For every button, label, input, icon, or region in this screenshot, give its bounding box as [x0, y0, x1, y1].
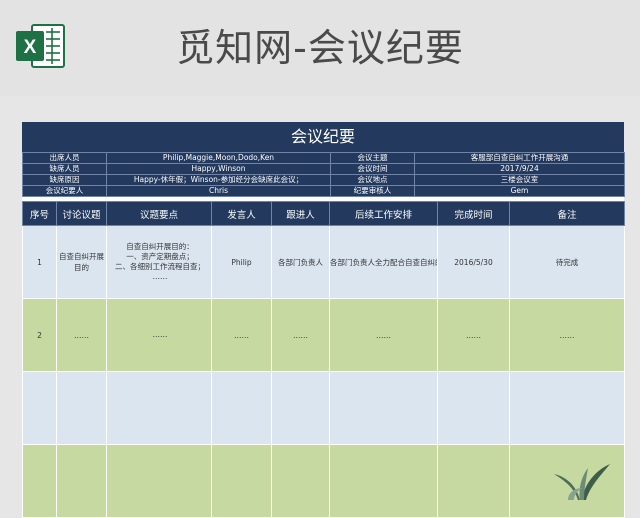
cell-note[interactable]: …… [509, 298, 625, 372]
info-label[interactable]: 缺席原因 [22, 174, 107, 186]
cell-plan[interactable] [329, 444, 438, 518]
cell-speaker[interactable]: Philip [211, 225, 272, 299]
point-line: 自查自纠开展目的： [126, 242, 194, 251]
column-header[interactable]: 完成时间 [437, 201, 510, 226]
column-header[interactable]: 后续工作安排 [329, 201, 438, 226]
cell-speaker[interactable]: …… [211, 298, 272, 372]
cell-plan[interactable]: 各部门负责人全力配合自查自纠的开展工作 [329, 225, 438, 299]
cell-no[interactable] [22, 444, 57, 518]
info-value[interactable]: 三楼会议室 [414, 174, 625, 186]
cell-topic[interactable] [56, 444, 107, 518]
info-value[interactable]: Gem [414, 185, 625, 197]
cell-speaker[interactable] [211, 444, 272, 518]
table-row [22, 444, 625, 518]
info-value[interactable]: 2017/9/24 [414, 163, 625, 175]
cell-points[interactable] [106, 371, 212, 445]
meeting-info-table: 出席人员 Philip,Maggie,Moon,Dodo,Ken 会议主题 客服部自查… [22, 152, 625, 197]
info-label[interactable]: 出席人员 [22, 152, 107, 164]
cell-points[interactable]: 自查自纠开展目的： 一、资产定期盘点； 二、各细别工作流程自查；…… [106, 225, 212, 299]
info-label[interactable]: 缺席人员 [22, 163, 107, 175]
info-value[interactable]: 客服部自查自纠工作开展沟通 [414, 152, 625, 164]
point-line: 二、各细别工作流程自查； [115, 262, 205, 271]
cell-points[interactable]: …… [106, 298, 212, 372]
cell-no[interactable]: 2 [22, 298, 57, 372]
column-header[interactable]: 序号 [22, 201, 57, 226]
table-row [22, 371, 625, 445]
point-line: 一、资产定期盘点； [126, 252, 194, 261]
plant-decoration-icon [554, 464, 610, 500]
info-label[interactable]: 会议地点 [330, 174, 415, 186]
info-label[interactable]: 纪要审核人 [330, 185, 415, 197]
cell-no[interactable]: 1 [22, 225, 57, 299]
cell-points[interactable] [106, 444, 212, 518]
cell-done[interactable]: 2016/5/30 [437, 225, 510, 299]
column-header[interactable]: 跟进人 [271, 201, 330, 226]
sheet-banner-title: 会议纪要 [22, 122, 624, 152]
info-row: 出席人员 Philip,Maggie,Moon,Dodo,Ken 会议主题 客服部自查… [22, 152, 625, 164]
page-title: 觅知网-会议纪要 [176, 26, 464, 70]
cell-note[interactable] [509, 371, 625, 445]
cell-note[interactable]: 待完成 [509, 225, 625, 299]
cell-done[interactable]: …… [437, 298, 510, 372]
info-value[interactable]: Happy-休年假；Winson-参加经分会缺席此会议； [106, 174, 331, 186]
column-header[interactable]: 发言人 [211, 201, 272, 226]
point-line: …… [152, 272, 168, 281]
info-label[interactable]: 会议主题 [330, 152, 415, 164]
info-row: 会议纪要人 Chris 纪要审核人 Gem [22, 185, 625, 197]
point-line: …… [152, 330, 168, 339]
cell-follower[interactable] [271, 371, 330, 445]
cell-topic[interactable]: …… [56, 298, 107, 372]
cell-speaker[interactable] [211, 371, 272, 445]
cell-follower[interactable] [271, 444, 330, 518]
cell-follower[interactable]: 各部门负责人 [271, 225, 330, 299]
column-header[interactable]: 讨论议题 [56, 201, 107, 226]
info-row: 缺席人员 Happy,Winson 会议时间 2017/9/24 [22, 163, 625, 175]
cell-plan[interactable]: …… [329, 298, 438, 372]
info-value[interactable]: Chris [106, 185, 331, 197]
info-row: 缺席原因 Happy-休年假；Winson-参加经分会缺席此会议； 会议地点 三楼会议… [22, 174, 625, 186]
cell-follower[interactable]: …… [271, 298, 330, 372]
cell-plan[interactable] [329, 371, 438, 445]
cell-topic[interactable]: 自查自纠开展目的 [56, 225, 107, 299]
cell-done[interactable] [437, 444, 510, 518]
column-header[interactable]: 备注 [509, 201, 625, 226]
info-value[interactable]: Happy,Winson [106, 163, 331, 175]
cell-done[interactable] [437, 371, 510, 445]
minutes-table: 序号 讨论议题 议题要点 发言人 跟进人 后续工作安排 完成时间 备注 1 自查自纠开展目的 自查… [22, 201, 625, 518]
info-label[interactable]: 会议时间 [330, 163, 415, 175]
table-row: 2…………………………………… [22, 298, 625, 372]
column-header-row: 序号 讨论议题 议题要点 发言人 跟进人 后续工作安排 完成时间 备注 [22, 201, 625, 226]
column-header[interactable]: 议题要点 [106, 201, 212, 226]
info-label[interactable]: 会议纪要人 [22, 185, 107, 197]
cell-topic[interactable] [56, 371, 107, 445]
cell-no[interactable] [22, 371, 57, 445]
table-row: 1 自查自纠开展目的 自查自纠开展目的： 一、资产定期盘点； 二、各细别工作流程自查；…… [22, 225, 625, 299]
spreadsheet: 会议纪要 出席人员 Philip,Maggie,Moon,Dodo,Ken 会议主题… [22, 122, 625, 518]
info-value[interactable]: Philip,Maggie,Moon,Dodo,Ken [106, 152, 331, 164]
